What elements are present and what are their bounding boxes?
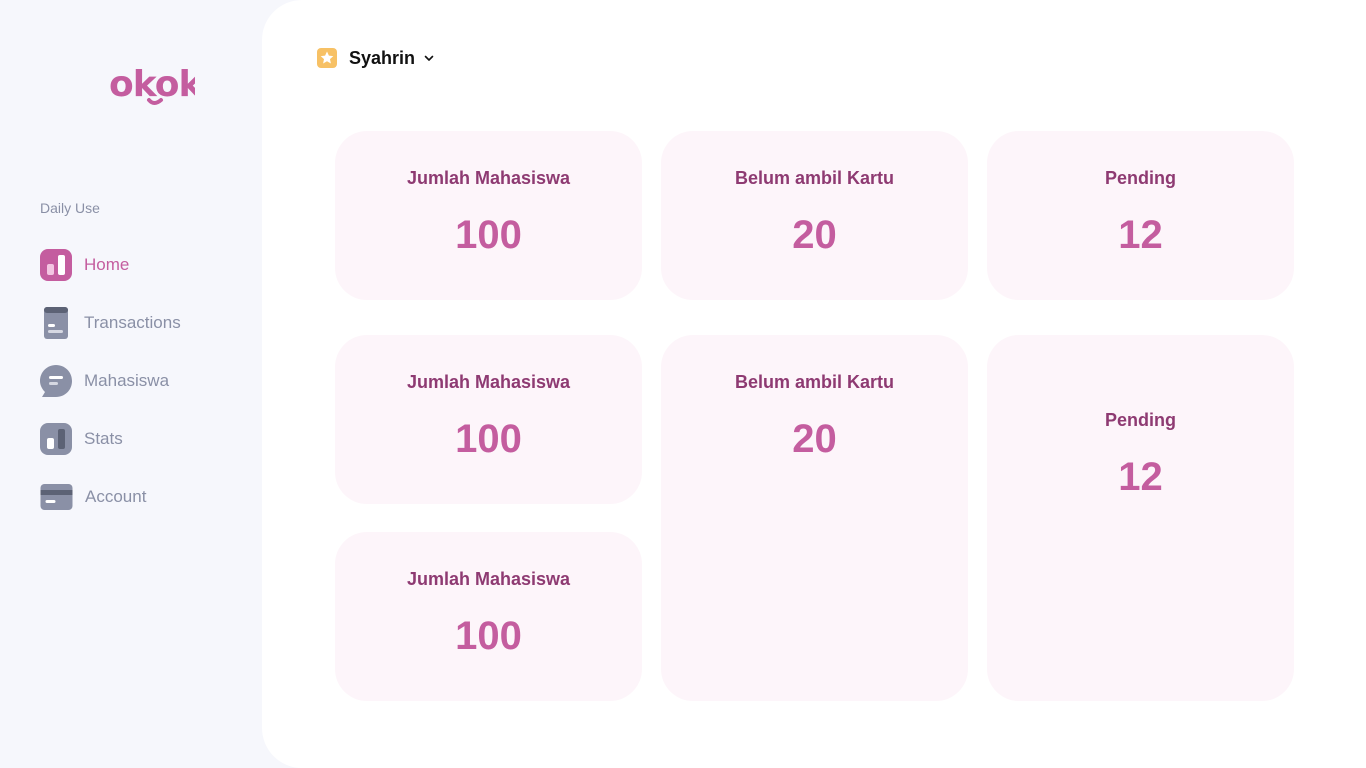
section-label: Daily Use	[40, 200, 100, 216]
card-value: 100	[455, 417, 522, 461]
card-title: Jumlah Mahasiswa	[406, 372, 571, 392]
sidebar-item-home[interactable]: Home	[40, 249, 129, 281]
sidebar-item-label: Account	[85, 487, 147, 506]
stat-card-jumlah-mahasiswa: Jumlah Mahasiswa 100	[335, 335, 642, 504]
sidebar-item-label: Transactions	[84, 313, 181, 332]
stat-card-jumlah-mahasiswa: Jumlah Mahasiswa 100	[335, 131, 642, 300]
card-title: Pending	[1105, 168, 1176, 188]
card-title: Pending	[1105, 410, 1176, 430]
stat-card-jumlah-mahasiswa: Jumlah Mahasiswa 100	[335, 532, 642, 701]
stat-card-belum-ambil-kartu: Belum ambil Kartu 20	[661, 131, 968, 300]
stat-card-belum-ambil-kartu: Belum ambil Kartu 20	[661, 335, 968, 701]
star-icon	[317, 48, 337, 68]
sidebar-item-mahasiswa[interactable]: Mahasiswa	[40, 365, 169, 397]
sidebar-item-label: Stats	[84, 429, 123, 448]
card-value: 20	[792, 213, 837, 257]
card-title: Belum ambil Kartu	[734, 372, 895, 392]
chat-icon	[40, 365, 72, 397]
logo-text: okok	[109, 64, 195, 105]
card-value: 100	[455, 213, 522, 257]
card-value: 12	[1118, 455, 1163, 499]
chart-icon	[40, 249, 72, 281]
stat-card-pending: Pending 12	[987, 131, 1294, 300]
sidebar: okok Daily Use Home Transactions Mahasis…	[0, 0, 262, 768]
card-icon	[40, 484, 73, 510]
user-menu[interactable]: Syahrin	[317, 47, 435, 69]
stats-icon	[40, 423, 72, 455]
sidebar-item-transactions[interactable]: Transactions	[40, 307, 181, 339]
card-title: Jumlah Mahasiswa	[406, 569, 571, 589]
user-name: Syahrin	[349, 47, 416, 68]
sidebar-item-account[interactable]: Account	[40, 481, 146, 513]
sidebar-item-stats[interactable]: Stats	[40, 423, 123, 455]
card-value: 12	[1118, 213, 1163, 257]
main-panel: Syahrin Jumlah Mahasiswa 100 Belum ambil…	[262, 0, 1366, 768]
chevron-down-icon	[424, 55, 434, 61]
card-value: 100	[455, 614, 522, 658]
stat-card-pending: Pending 12	[987, 335, 1294, 701]
logo-graphic: okok	[109, 64, 195, 105]
sidebar-item-label: Home	[84, 255, 130, 274]
sidebar-item-label: Mahasiswa	[84, 371, 170, 390]
card-title: Jumlah Mahasiswa	[406, 168, 571, 188]
card-title: Belum ambil Kartu	[734, 168, 895, 188]
receipt-icon	[44, 307, 68, 339]
card-value: 20	[792, 417, 837, 461]
